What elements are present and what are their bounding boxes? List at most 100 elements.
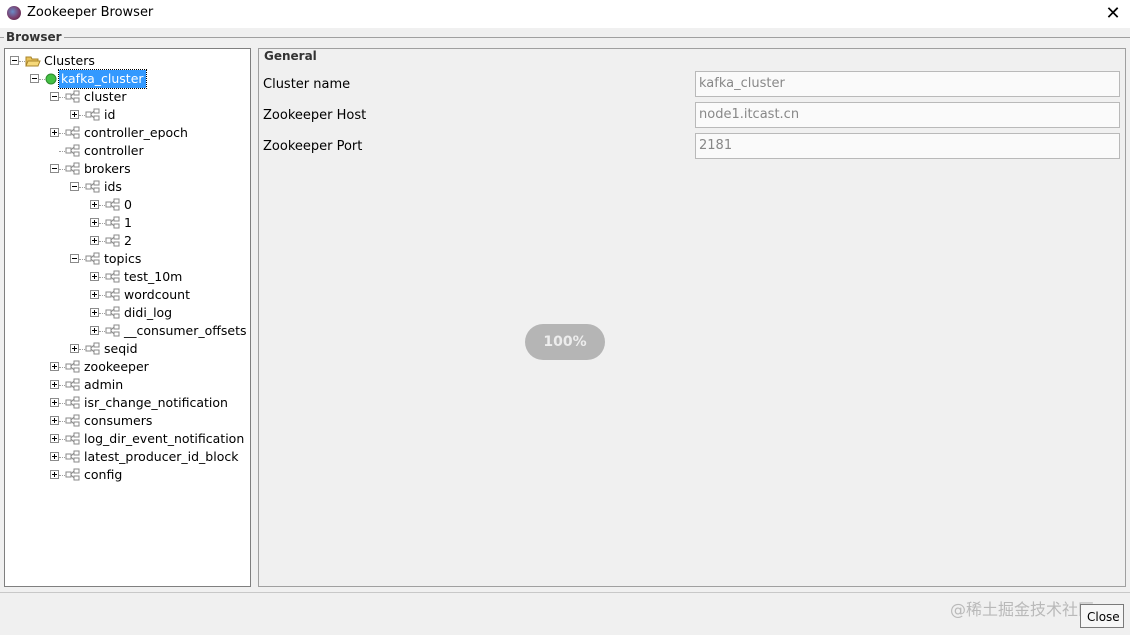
tree-node[interactable]: kafka_cluster (5, 69, 250, 89)
tree-node-label: didi_log (124, 305, 173, 320)
tree-node-label: isr_change_notification (84, 395, 228, 410)
collapse-icon[interactable] (50, 164, 59, 173)
tree-node-label: brokers (84, 161, 131, 176)
tree-node-label: 1 (124, 215, 132, 230)
tree-node-label: wordcount (124, 287, 190, 302)
tree-node[interactable]: 1 (5, 214, 250, 232)
expand-icon[interactable] (50, 434, 59, 443)
expand-icon[interactable] (50, 128, 59, 137)
tree-node[interactable]: topics (5, 250, 250, 268)
title-bar: Zookeeper Browser ✕ (0, 0, 1130, 28)
tree-node[interactable]: isr_change_notification (5, 394, 250, 412)
tree-node[interactable]: ids (5, 178, 250, 196)
collapse-icon[interactable] (50, 92, 59, 101)
watermark: @稀土掘金技术社区 (950, 600, 1095, 619)
tree-node-label: test_10m (124, 269, 183, 284)
tree-node-label: controller (84, 143, 144, 158)
tree-node-label: ids (104, 179, 122, 194)
tree-node-label: 0 (124, 197, 132, 212)
tree-node[interactable]: config (5, 466, 250, 484)
collapse-icon[interactable] (30, 74, 39, 83)
expand-icon[interactable] (90, 290, 99, 299)
tree-node[interactable]: test_10m (5, 268, 250, 286)
znode-icon (65, 90, 81, 104)
znode-icon (65, 468, 81, 482)
expand-icon[interactable] (50, 452, 59, 461)
tree-node[interactable]: brokers (5, 160, 250, 178)
cluster-name-label: Cluster name (263, 77, 351, 92)
window-close-icon[interactable]: ✕ (1096, 0, 1130, 28)
znode-icon (85, 252, 101, 266)
tree-node[interactable]: controller_epoch (5, 124, 250, 142)
cluster-tree[interactable]: Clusters kafka_cluster cluster id controller… (4, 48, 251, 587)
tree-node-label: 2 (124, 233, 132, 248)
tree-node[interactable]: admin (5, 376, 250, 394)
znode-icon (105, 234, 121, 248)
tree-node-label: zookeeper (84, 359, 149, 374)
footer-divider (0, 592, 1130, 593)
tree-node[interactable]: consumers (5, 412, 250, 430)
tree-node[interactable]: id (5, 106, 250, 124)
tree-node[interactable]: 0 (5, 196, 250, 214)
tree-node[interactable]: latest_producer_id_block (5, 448, 250, 466)
expand-icon[interactable] (50, 398, 59, 407)
expand-icon[interactable] (90, 272, 99, 281)
tree-node-label: cluster (84, 89, 127, 104)
expand-icon[interactable] (90, 236, 99, 245)
tree-node[interactable]: wordcount (5, 286, 250, 304)
expand-icon[interactable] (50, 416, 59, 425)
tree-node-label: latest_producer_id_block (84, 449, 239, 464)
collapse-icon[interactable] (10, 56, 19, 65)
tree-node[interactable]: zookeeper (5, 358, 250, 376)
tree-node[interactable]: seqid (5, 340, 250, 358)
tree-node-label: id (104, 107, 116, 122)
expand-icon[interactable] (90, 200, 99, 209)
tree-node-label: kafka_cluster (58, 69, 147, 89)
zookeeper-host-field[interactable]: node1.itcast.cn (695, 102, 1120, 128)
zookeeper-port-field[interactable]: 2181 (695, 133, 1120, 159)
expand-icon[interactable] (50, 362, 59, 371)
tree-node-label: topics (104, 251, 142, 266)
znode-icon (65, 378, 81, 392)
progress-indicator: 100% (525, 324, 605, 360)
expand-icon[interactable] (50, 380, 59, 389)
znode-icon (105, 216, 121, 230)
expand-icon[interactable] (70, 110, 79, 119)
znode-icon (65, 450, 81, 464)
znode-icon (105, 324, 121, 338)
close-button[interactable]: Close (1080, 604, 1124, 628)
znode-icon (105, 270, 121, 284)
tree-node[interactable]: controller (5, 142, 250, 160)
znode-icon (65, 144, 81, 158)
expand-icon[interactable] (90, 218, 99, 227)
znode-icon (65, 414, 81, 428)
window-title: Zookeeper Browser (27, 5, 154, 20)
znode-icon (105, 306, 121, 320)
app-icon (7, 6, 21, 20)
expand-icon[interactable] (90, 326, 99, 335)
zookeeper-host-label: Zookeeper Host (263, 108, 367, 123)
expand-icon[interactable] (70, 344, 79, 353)
browser-label: Browser (4, 30, 64, 44)
znode-icon (65, 126, 81, 140)
tree-node[interactable]: Clusters (5, 52, 250, 70)
cluster-name-field[interactable]: kafka_cluster (695, 71, 1120, 97)
tree-node[interactable]: didi_log (5, 304, 250, 322)
collapse-icon[interactable] (70, 182, 79, 191)
znode-icon (65, 396, 81, 410)
tree-node[interactable]: __consumer_offsets (5, 322, 250, 340)
tree-node-label: admin (84, 377, 124, 392)
expand-icon[interactable] (90, 308, 99, 317)
znode-icon (85, 342, 101, 356)
tree-node-label: __consumer_offsets (124, 323, 247, 338)
collapse-icon[interactable] (70, 254, 79, 263)
tree-node-label: controller_epoch (84, 125, 188, 140)
znode-icon (85, 108, 101, 122)
tree-node[interactable]: cluster (5, 88, 250, 106)
znode-icon (85, 180, 101, 194)
tree-node-label: consumers (84, 413, 153, 428)
tree-node[interactable]: log_dir_event_notification (5, 430, 250, 448)
tree-node-label: Clusters (44, 53, 95, 68)
expand-icon[interactable] (50, 470, 59, 479)
tree-node[interactable]: 2 (5, 232, 250, 250)
